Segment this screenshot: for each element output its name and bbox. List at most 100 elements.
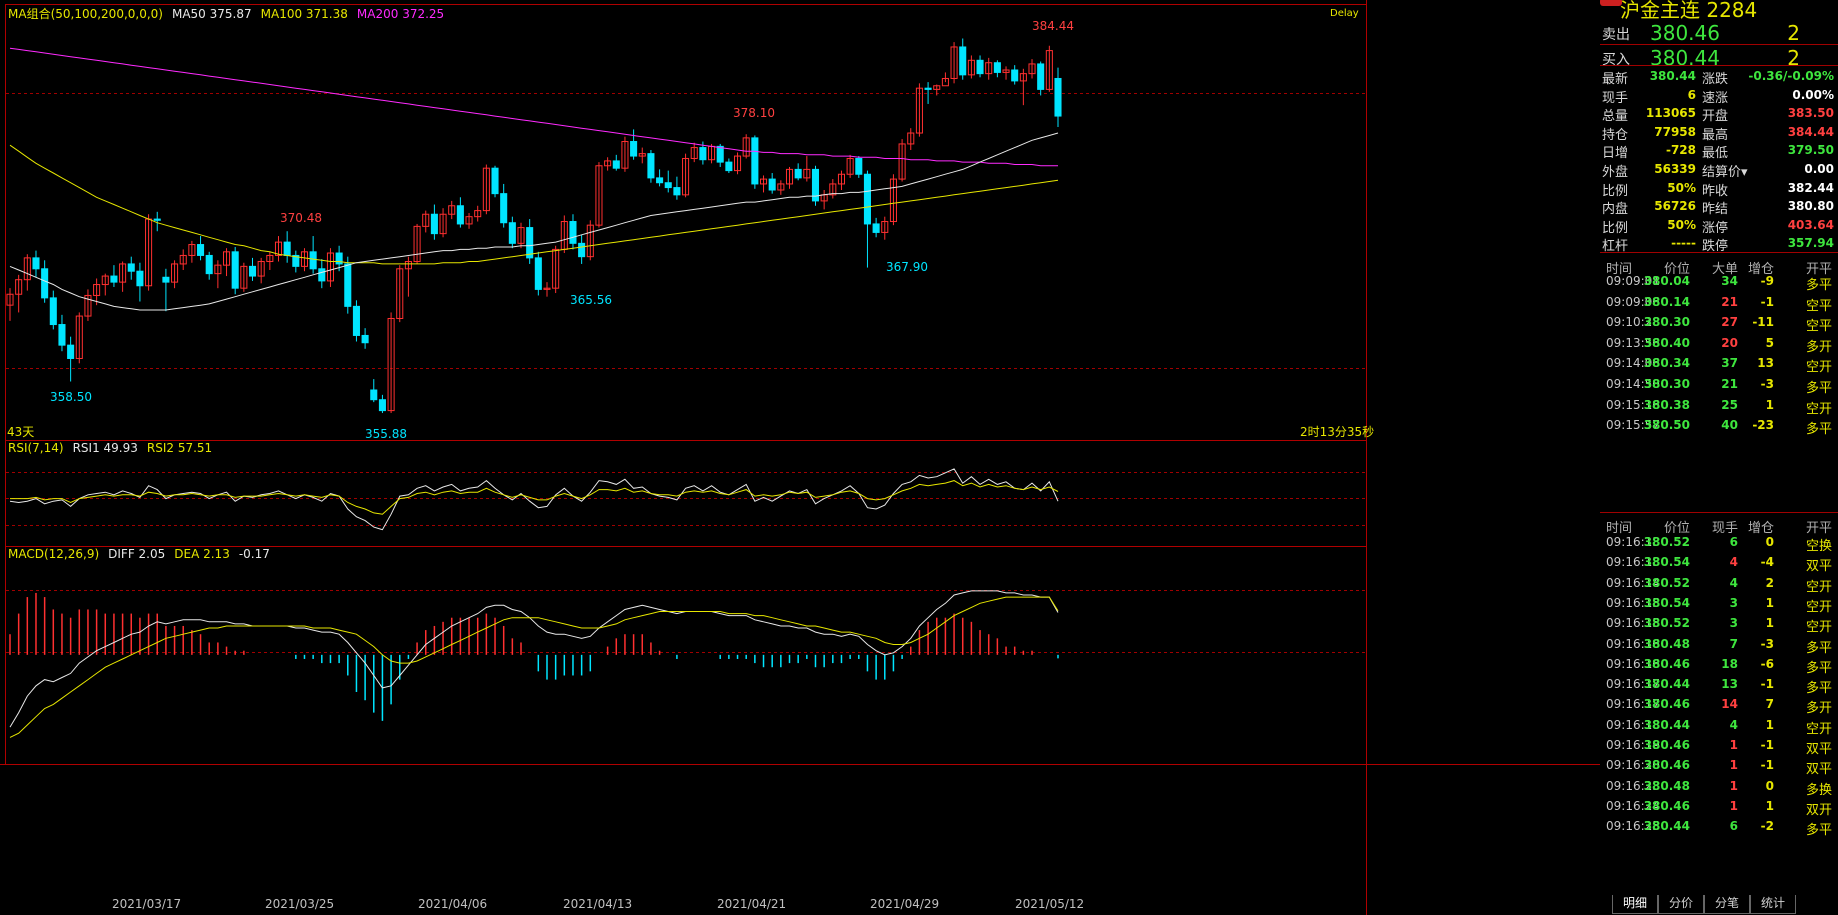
candle-body xyxy=(378,399,386,412)
row-type: 多平 xyxy=(1805,823,1832,839)
macd-chart-frame xyxy=(5,546,1367,765)
row-qty: 14 xyxy=(1721,697,1738,712)
tick-header: 时间 价位 现手 增仓 开平 xyxy=(1600,515,1838,536)
candle-body xyxy=(361,334,369,344)
row-qty: 1 xyxy=(1729,778,1738,793)
chart-area[interactable]: 384.44 378.10 370.48 367.90 365.56 358.5… xyxy=(0,0,1600,915)
dea-value: DEA 2.13 xyxy=(174,547,230,561)
rsi-line-rsi1 xyxy=(9,468,1059,531)
row-type: 双平 xyxy=(1805,742,1832,757)
stat-value: ----- xyxy=(1671,236,1696,251)
rsi-chart-frame xyxy=(5,440,1367,547)
annotation-355: 355.88 xyxy=(365,427,407,441)
row-price: 380.44 xyxy=(1643,819,1690,834)
row-type: 多平 xyxy=(1805,422,1832,438)
row-qty: 1 xyxy=(1729,758,1738,773)
ma-legend: MA组合(50,100,200,0,0,0) MA50 375.87 MA100 3… xyxy=(8,5,453,22)
row-qty: 1 xyxy=(1729,738,1738,752)
candle-body xyxy=(768,178,776,191)
candle-body xyxy=(110,275,118,283)
candle-body xyxy=(647,153,655,179)
row-qty: 40 xyxy=(1721,418,1738,433)
sell-price: 380.46 xyxy=(1650,21,1720,45)
row-price: 380.46 xyxy=(1643,656,1690,671)
tab-stats[interactable]: 统计 xyxy=(1750,895,1796,914)
sell-quote[interactable]: 卖出 380.46 2 xyxy=(1600,20,1838,46)
row-price: 380.44 xyxy=(1643,677,1690,692)
stat-value: 0.00 xyxy=(1804,162,1834,176)
x-axis-date: 2021/03/17 xyxy=(112,897,182,911)
candle-body xyxy=(283,241,291,256)
tick-row[interactable]: 09:16:25 380.44 6 -2 多平 xyxy=(1600,817,1838,841)
row-qty: 7 xyxy=(1729,636,1738,651)
candle-body xyxy=(673,187,681,196)
row-price: 380.30 xyxy=(1643,377,1690,391)
candle-body xyxy=(508,222,516,244)
annotation-378: 378.10 xyxy=(733,106,775,120)
candle-body xyxy=(136,270,144,287)
stat-value: 380.80 xyxy=(1787,199,1834,214)
x-axis-date: 2021/04/21 xyxy=(717,897,787,911)
stat-value: 0.00% xyxy=(1792,87,1834,102)
row-oi-change: 1 xyxy=(1765,397,1774,412)
row-qty: 21 xyxy=(1721,294,1738,309)
stat-value: 379.50 xyxy=(1787,143,1834,158)
row-oi-change: -1 xyxy=(1760,758,1774,773)
candle-body xyxy=(612,160,620,169)
row-oi-change: -6 xyxy=(1760,656,1774,671)
row-qty: 27 xyxy=(1721,315,1738,330)
row-oi-change: 0 xyxy=(1765,778,1774,793)
candle-body xyxy=(664,182,672,189)
annotation-365: 365.56 xyxy=(570,293,612,307)
row-type: 多平 xyxy=(1805,660,1832,676)
tab-detail[interactable]: 明细 xyxy=(1612,895,1658,914)
stat-value: 77958 xyxy=(1654,124,1696,139)
ma100-line xyxy=(9,144,1059,265)
big-order-row[interactable]: 09:15:57 380.50 40 -23 多平 xyxy=(1600,416,1838,440)
x-axis-date: 2021/05/12 xyxy=(1015,897,1085,911)
stat-value: 383.50 xyxy=(1787,106,1834,121)
row-oi-change: 1 xyxy=(1765,616,1774,631)
candle-body xyxy=(231,251,239,289)
annotation-358: 358.50 xyxy=(50,390,92,404)
stat-value: 384.44 xyxy=(1787,124,1834,139)
annotation-layer: 384.44 378.10 370.48 367.90 365.56 358.5… xyxy=(7,8,1374,441)
candle-body xyxy=(959,46,967,76)
candle-body xyxy=(32,257,40,270)
days-label: 43天 xyxy=(7,425,34,439)
main-chart-frame xyxy=(5,4,1367,441)
candle-body xyxy=(630,141,638,157)
panel-tabs: 明细 分价 分笔 统计 xyxy=(1600,895,1838,915)
macd-line-diff xyxy=(9,590,1059,728)
stat-value: 6 xyxy=(1687,87,1696,102)
row-qty: 4 xyxy=(1729,717,1738,732)
row-qty: 34 xyxy=(1721,274,1738,288)
candle-body xyxy=(49,297,57,326)
row-type: 多平 xyxy=(1805,640,1832,656)
candle-body xyxy=(335,252,343,265)
macd-value: -0.17 xyxy=(238,547,270,561)
row-oi-change: 0 xyxy=(1765,535,1774,549)
row-qty: 37 xyxy=(1721,356,1738,371)
stat-value: 113065 xyxy=(1645,106,1696,121)
row-oi-change: -11 xyxy=(1752,315,1774,330)
row-oi-change: 1 xyxy=(1765,798,1774,813)
row-type: 多开 xyxy=(1805,339,1832,355)
row-type: 多平 xyxy=(1805,278,1832,293)
row-type: 多平 xyxy=(1805,681,1832,697)
macd-line-dea xyxy=(9,596,1059,738)
tab-price-dist[interactable]: 分价 xyxy=(1658,895,1704,914)
macd-layer xyxy=(9,590,1059,738)
candle-body xyxy=(318,268,326,282)
candle-body xyxy=(1011,69,1019,82)
row-price: 380.46 xyxy=(1643,738,1690,752)
row-type: 空开 xyxy=(1805,579,1832,595)
stat-value: 382.44 xyxy=(1787,180,1834,195)
tab-ticks[interactable]: 分笔 xyxy=(1704,895,1750,914)
row-qty: 4 xyxy=(1729,555,1738,570)
candle-body xyxy=(578,242,586,258)
candle-body xyxy=(569,221,577,244)
row-price: 380.34 xyxy=(1643,356,1690,371)
annotation-367: 367.90 xyxy=(886,260,928,274)
candle-body xyxy=(205,254,213,275)
